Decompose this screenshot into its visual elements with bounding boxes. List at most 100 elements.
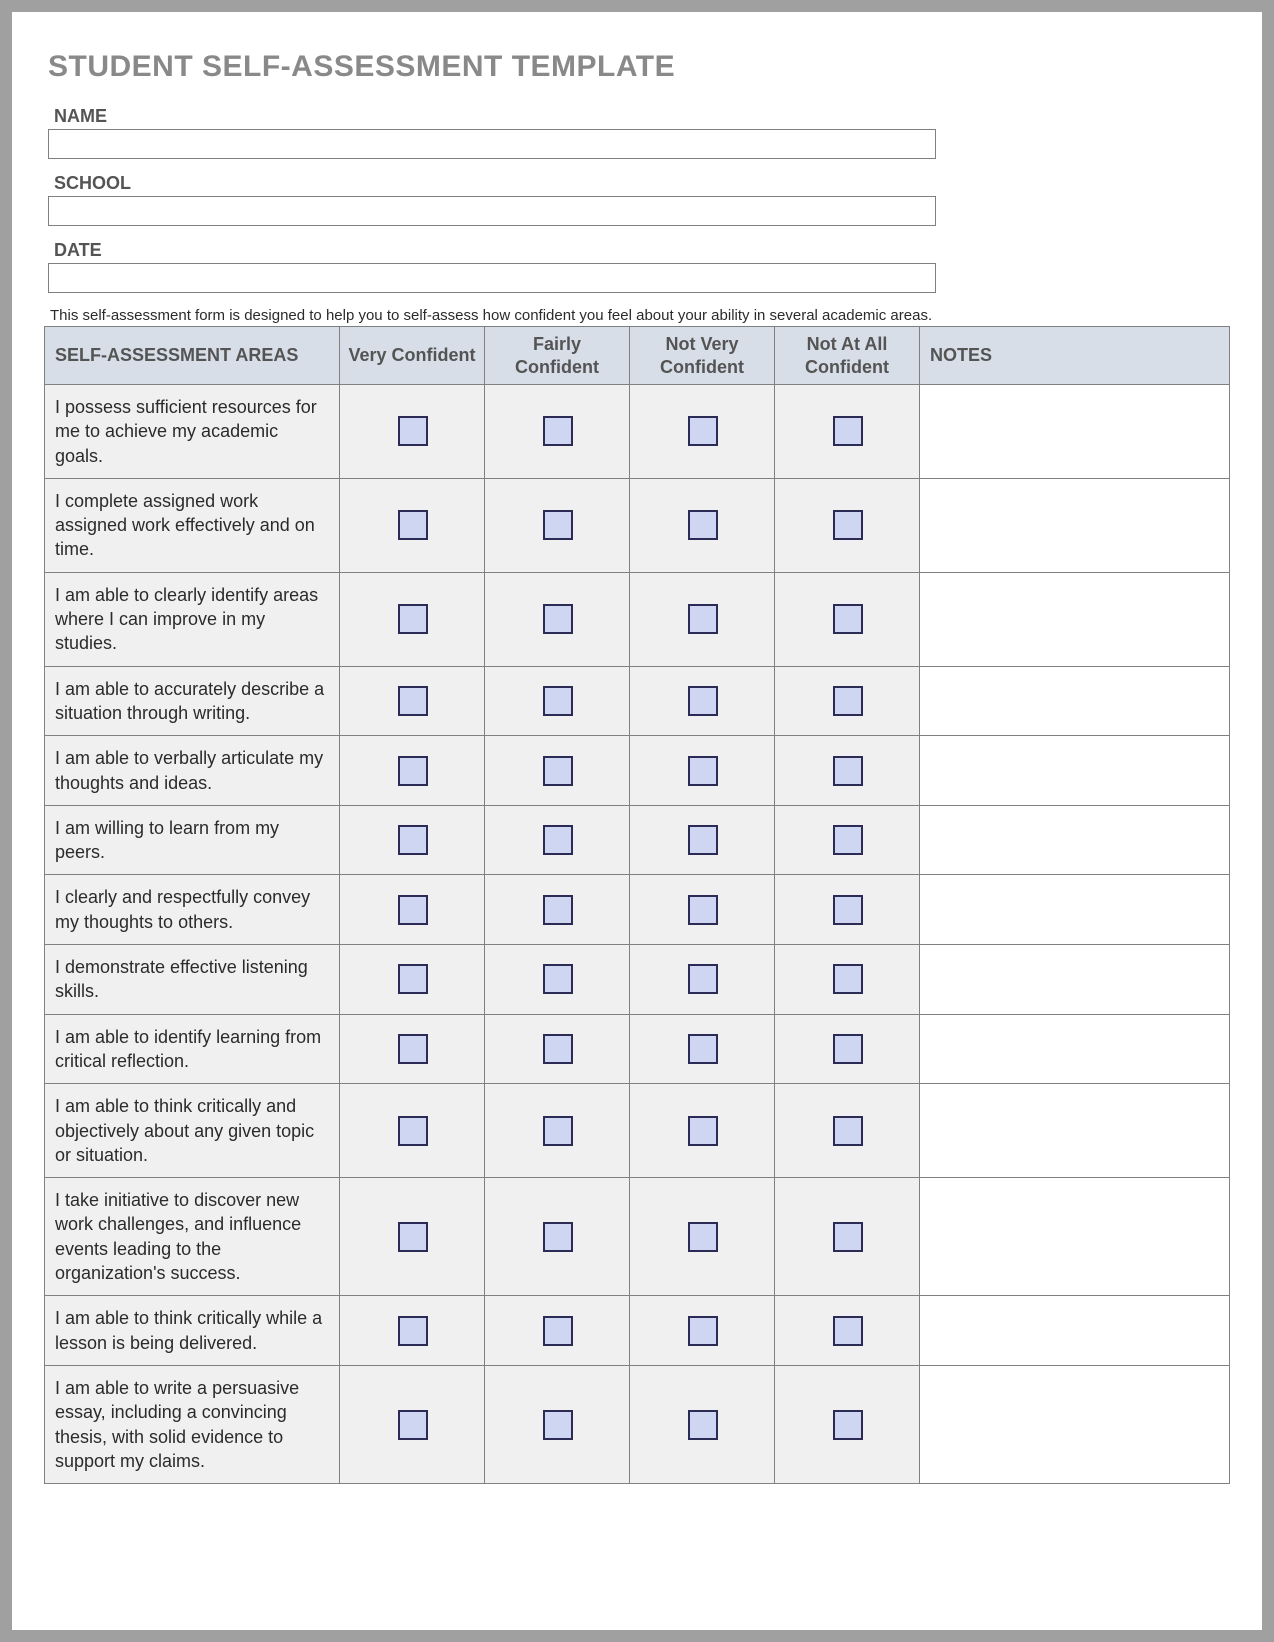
checkbox-fairly-confident[interactable] [543,825,573,855]
rating-cell-very-confident [340,1014,485,1084]
checkbox-not-very-confident[interactable] [688,895,718,925]
checkbox-not-very-confident[interactable] [688,510,718,540]
notes-cell[interactable] [920,805,1230,875]
checkbox-very-confident[interactable] [398,1316,428,1346]
rating-cell-very-confident [340,805,485,875]
name-label: NAME [54,106,1230,127]
area-cell: I clearly and respectfully convey my tho… [45,875,340,945]
checkbox-fairly-confident[interactable] [543,1222,573,1252]
date-label: DATE [54,240,1230,261]
rating-cell-not-at-all-confident [775,478,920,572]
checkbox-fairly-confident[interactable] [543,895,573,925]
checkbox-not-very-confident[interactable] [688,1222,718,1252]
checkbox-fairly-confident[interactable] [543,964,573,994]
notes-cell[interactable] [920,1365,1230,1483]
table-row: I possess sufficient resources for me to… [45,385,1230,479]
checkbox-not-at-all-confident[interactable] [833,1116,863,1146]
notes-cell[interactable] [920,1084,1230,1178]
table-row: I am able to verbally articulate my thou… [45,736,1230,806]
notes-cell[interactable] [920,1296,1230,1366]
rating-cell-very-confident [340,736,485,806]
checkbox-not-very-confident[interactable] [688,416,718,446]
rating-cell-fairly-confident [485,736,630,806]
rating-cell-not-very-confident [630,1178,775,1296]
rating-cell-not-very-confident [630,1365,775,1483]
checkbox-not-very-confident[interactable] [688,1034,718,1064]
rating-cell-fairly-confident [485,805,630,875]
checkbox-fairly-confident[interactable] [543,1116,573,1146]
checkbox-not-at-all-confident[interactable] [833,895,863,925]
checkbox-fairly-confident[interactable] [543,604,573,634]
name-input[interactable] [48,129,936,159]
checkbox-fairly-confident[interactable] [543,1410,573,1440]
checkbox-not-at-all-confident[interactable] [833,825,863,855]
checkbox-very-confident[interactable] [398,1116,428,1146]
school-input[interactable] [48,196,936,226]
checkbox-very-confident[interactable] [398,895,428,925]
rating-cell-very-confident [340,1178,485,1296]
checkbox-fairly-confident[interactable] [543,756,573,786]
name-field-group: NAME [48,106,1230,159]
checkbox-very-confident[interactable] [398,604,428,634]
rating-cell-not-at-all-confident [775,945,920,1015]
checkbox-not-very-confident[interactable] [688,1116,718,1146]
checkbox-very-confident[interactable] [398,964,428,994]
checkbox-fairly-confident[interactable] [543,1316,573,1346]
rating-cell-fairly-confident [485,875,630,945]
checkbox-not-at-all-confident[interactable] [833,1034,863,1064]
checkbox-very-confident[interactable] [398,756,428,786]
checkbox-very-confident[interactable] [398,1034,428,1064]
notes-cell[interactable] [920,572,1230,666]
checkbox-fairly-confident[interactable] [543,686,573,716]
notes-cell[interactable] [920,1178,1230,1296]
date-field-group: DATE [48,240,1230,293]
checkbox-very-confident[interactable] [398,825,428,855]
checkbox-not-very-confident[interactable] [688,1410,718,1440]
rating-cell-fairly-confident [485,1365,630,1483]
checkbox-not-very-confident[interactable] [688,756,718,786]
area-cell: I am able to verbally articulate my thou… [45,736,340,806]
checkbox-not-at-all-confident[interactable] [833,510,863,540]
checkbox-fairly-confident[interactable] [543,1034,573,1064]
rating-cell-fairly-confident [485,1084,630,1178]
notes-cell[interactable] [920,478,1230,572]
checkbox-very-confident[interactable] [398,416,428,446]
notes-cell[interactable] [920,1014,1230,1084]
checkbox-fairly-confident[interactable] [543,416,573,446]
table-row: I take initiative to discover new work c… [45,1178,1230,1296]
checkbox-not-very-confident[interactable] [688,825,718,855]
checkbox-fairly-confident[interactable] [543,510,573,540]
header-row: SELF-ASSESSMENT AREAS Very Confident Fai… [45,327,1230,385]
notes-cell[interactable] [920,385,1230,479]
rating-cell-not-at-all-confident [775,1365,920,1483]
checkbox-not-at-all-confident[interactable] [833,416,863,446]
notes-cell[interactable] [920,945,1230,1015]
checkbox-very-confident[interactable] [398,686,428,716]
checkbox-not-at-all-confident[interactable] [833,686,863,716]
checkbox-not-at-all-confident[interactable] [833,1222,863,1252]
checkbox-not-very-confident[interactable] [688,1316,718,1346]
rating-cell-not-very-confident [630,385,775,479]
table-row: I am able to clearly identify areas wher… [45,572,1230,666]
notes-cell[interactable] [920,736,1230,806]
checkbox-very-confident[interactable] [398,510,428,540]
checkbox-not-very-confident[interactable] [688,964,718,994]
notes-cell[interactable] [920,875,1230,945]
date-input[interactable] [48,263,936,293]
checkbox-not-at-all-confident[interactable] [833,756,863,786]
checkbox-not-at-all-confident[interactable] [833,1316,863,1346]
area-cell: I am able to think critically and object… [45,1084,340,1178]
checkbox-not-very-confident[interactable] [688,686,718,716]
table-row: I am able to accurately describe a situa… [45,666,1230,736]
checkbox-not-at-all-confident[interactable] [833,964,863,994]
checkbox-not-very-confident[interactable] [688,604,718,634]
checkbox-not-at-all-confident[interactable] [833,604,863,634]
rating-cell-very-confident [340,478,485,572]
rating-cell-fairly-confident [485,1014,630,1084]
checkbox-very-confident[interactable] [398,1222,428,1252]
notes-cell[interactable] [920,666,1230,736]
checkbox-not-at-all-confident[interactable] [833,1410,863,1440]
area-cell: I am able to think critically while a le… [45,1296,340,1366]
table-row: I am able to identify learning from crit… [45,1014,1230,1084]
checkbox-very-confident[interactable] [398,1410,428,1440]
